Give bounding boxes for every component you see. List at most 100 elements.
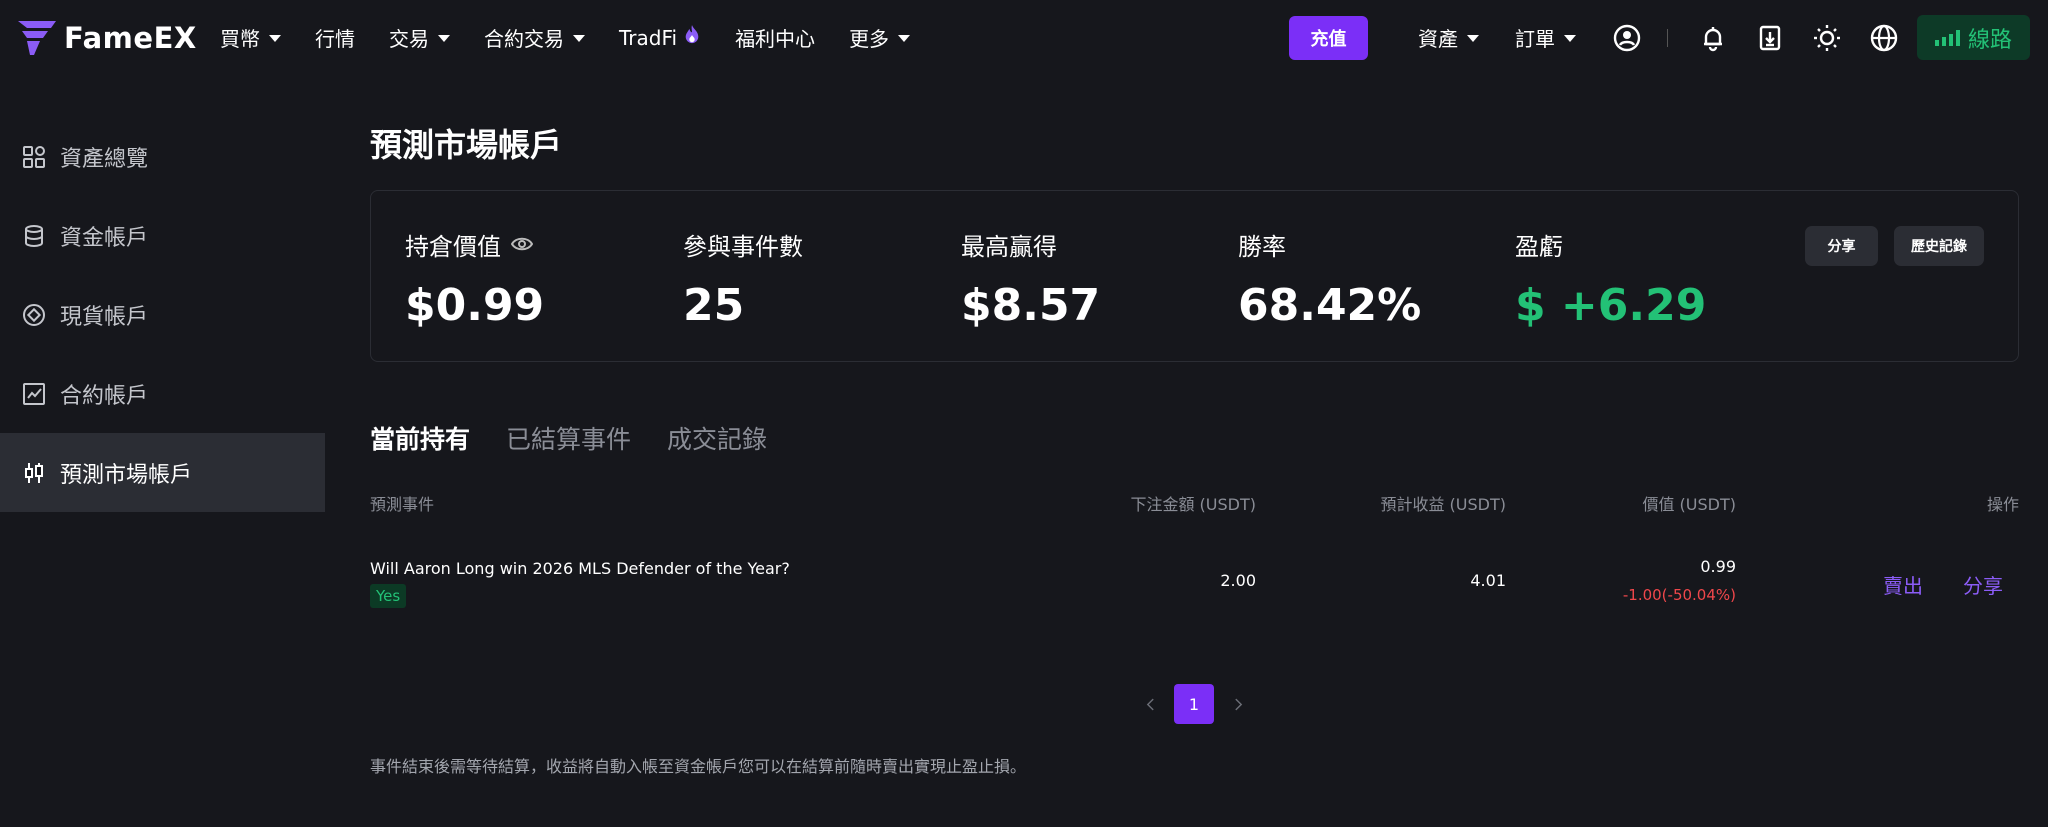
stat-value: $0.99 xyxy=(405,280,545,331)
nav-label: 合約交易 xyxy=(484,27,564,51)
nav-futures[interactable]: 合約交易 xyxy=(484,23,585,52)
brand-name: FameEX xyxy=(64,21,197,55)
history-button[interactable]: 歷史記錄 xyxy=(1894,226,1984,266)
top-navigation: FameEX 買幣 行情 交易 合約交易 TradFi 福利中心 更多 充值 資… xyxy=(0,0,2048,75)
nav-markets[interactable]: 行情 xyxy=(315,23,355,52)
stat-value: 68.42% xyxy=(1238,280,1422,331)
page-title: 預測市場帳戶 xyxy=(370,126,563,164)
caret-down-icon xyxy=(1564,35,1576,42)
chart-icon xyxy=(23,382,45,405)
nav-label: 資產 xyxy=(1418,27,1458,51)
nav-assets[interactable]: 資產 xyxy=(1418,23,1479,52)
nav-label: 訂單 xyxy=(1515,27,1555,51)
database-icon xyxy=(25,224,43,247)
nav-label: 更多 xyxy=(849,27,890,51)
grid-icon xyxy=(23,145,45,168)
sidebar-item-label: 資產總覽 xyxy=(60,146,149,172)
stat-pnl: 盈虧 $ +6.29 xyxy=(1515,227,1706,331)
main-nav: 買幣 行情 交易 合約交易 TradFi 福利中心 更多 xyxy=(220,0,944,75)
globe-icon[interactable] xyxy=(1867,21,1901,55)
outcome-badge: Yes xyxy=(370,584,407,608)
fameex-logo-icon xyxy=(18,21,56,55)
nav-tradfi[interactable]: TradFi xyxy=(619,24,701,51)
caret-down-icon xyxy=(898,35,911,42)
expected-return: 4.01 xyxy=(1470,571,1506,590)
event-title[interactable]: Will Aaron Long win 2026 MLS Defender of… xyxy=(370,559,790,578)
caret-down-icon xyxy=(573,35,585,42)
tab-trade-history[interactable]: 成交記錄 xyxy=(667,420,767,456)
stat-event-count: 參與事件數 25 xyxy=(683,227,803,331)
nav-label: 行情 xyxy=(315,27,355,51)
stats-card: 持倉價值 $0.99 參與事件數 25 最高贏得 $8.57 勝率 68.42%… xyxy=(370,190,2019,362)
fire-icon xyxy=(683,24,701,51)
user-icon[interactable] xyxy=(1610,21,1644,55)
column-header-amount: 下注金額 (USDT) xyxy=(1130,495,1256,514)
stat-position-value: 持倉價值 $0.99 xyxy=(405,227,544,331)
value-change: -1.00(-50.04%) xyxy=(1622,586,1736,604)
sun-icon[interactable] xyxy=(1810,21,1844,55)
stat-label: 持倉價值 xyxy=(405,233,501,261)
sidebar-item-futures[interactable]: 合約帳戶 xyxy=(0,354,325,433)
nav-label: 福利中心 xyxy=(735,27,816,51)
column-header-event: 預測事件 xyxy=(370,495,435,514)
column-header-expected: 預計收益 (USDT) xyxy=(1380,495,1506,514)
sidebar: 資產總覽 資金帳戶 現貨帳戶 合約帳戶 預測市場帳戶 xyxy=(0,117,325,512)
sidebar-item-label: 預測市場帳戶 xyxy=(60,462,193,488)
chevron-left-icon[interactable] xyxy=(1140,694,1160,714)
stat-value: $8.57 xyxy=(961,280,1101,331)
nav-label: TradFi xyxy=(619,25,678,50)
logo[interactable]: FameEX xyxy=(18,18,197,58)
column-header-value: 價值 (USDT) xyxy=(1642,495,1736,514)
sidebar-item-spot[interactable]: 現貨帳戶 xyxy=(0,275,325,354)
signal-icon xyxy=(1934,29,1960,46)
nav-trade[interactable]: 交易 xyxy=(389,23,450,52)
stat-value: 25 xyxy=(683,280,745,331)
share-button[interactable]: 分享 xyxy=(1805,226,1878,266)
candlestick-icon xyxy=(25,462,43,483)
position-value: 0.99 xyxy=(1700,557,1736,576)
stat-label: 盈虧 xyxy=(1515,233,1563,261)
utility-icons xyxy=(1610,0,1924,75)
nav-more[interactable]: 更多 xyxy=(849,23,911,52)
caret-down-icon xyxy=(438,35,450,42)
share-row-button[interactable]: 分享 xyxy=(1963,570,2003,599)
tab-settled-events[interactable]: 已結算事件 xyxy=(506,420,631,456)
nav-label: 交易 xyxy=(389,27,429,51)
nav-label: 買幣 xyxy=(220,27,260,51)
account-nav: 資產 訂單 xyxy=(1418,0,1612,75)
nav-orders[interactable]: 訂單 xyxy=(1515,23,1576,52)
bet-amount: 2.00 xyxy=(1220,571,1256,590)
caret-down-icon xyxy=(269,35,281,42)
recharge-button[interactable]: 充值 xyxy=(1289,16,1368,60)
sidebar-item-prediction-market[interactable]: 預測市場帳戶 xyxy=(0,433,325,512)
sidebar-item-label: 資金帳戶 xyxy=(60,225,149,251)
settlement-note: 事件結束後需等待結算，收益將自動入帳至資金帳戶您可以在結算前隨時賣出實現止盈止損… xyxy=(370,757,1027,776)
holdings-tabs: 當前持有 已結算事件 成交記錄 xyxy=(370,420,803,456)
sidebar-item-asset-overview[interactable]: 資產總覽 xyxy=(0,117,325,196)
stat-win-rate: 勝率 68.42% xyxy=(1238,227,1421,331)
spot-icon xyxy=(23,303,45,326)
tab-current-holdings[interactable]: 當前持有 xyxy=(370,420,470,456)
download-icon[interactable] xyxy=(1753,21,1787,55)
stat-max-win: 最高贏得 $8.57 xyxy=(961,227,1100,331)
divider xyxy=(1667,28,1668,47)
bell-icon[interactable] xyxy=(1696,21,1730,55)
stat-value: $ +6.29 xyxy=(1515,280,1707,331)
nav-buy-crypto[interactable]: 買幣 xyxy=(220,23,281,52)
caret-down-icon xyxy=(1467,35,1479,42)
sidebar-item-label: 現貨帳戶 xyxy=(60,304,149,330)
stat-label: 參與事件數 xyxy=(683,233,803,261)
nav-rewards[interactable]: 福利中心 xyxy=(735,23,815,52)
stat-label: 勝率 xyxy=(1238,233,1286,261)
chevron-right-icon[interactable] xyxy=(1228,694,1248,714)
sidebar-item-label: 合約帳戶 xyxy=(60,383,149,409)
column-header-action: 操作 xyxy=(1986,495,2019,514)
page-number[interactable]: 1 xyxy=(1174,684,1214,724)
eye-icon[interactable] xyxy=(510,231,534,259)
pagination: 1 xyxy=(1140,684,1248,724)
line-label: 線路 xyxy=(1967,27,2012,53)
stat-label: 最高贏得 xyxy=(961,233,1057,261)
sell-button[interactable]: 賣出 xyxy=(1883,570,1923,599)
line-selector-button[interactable]: 線路 xyxy=(1917,15,2030,60)
sidebar-item-funding[interactable]: 資金帳戶 xyxy=(0,196,325,275)
